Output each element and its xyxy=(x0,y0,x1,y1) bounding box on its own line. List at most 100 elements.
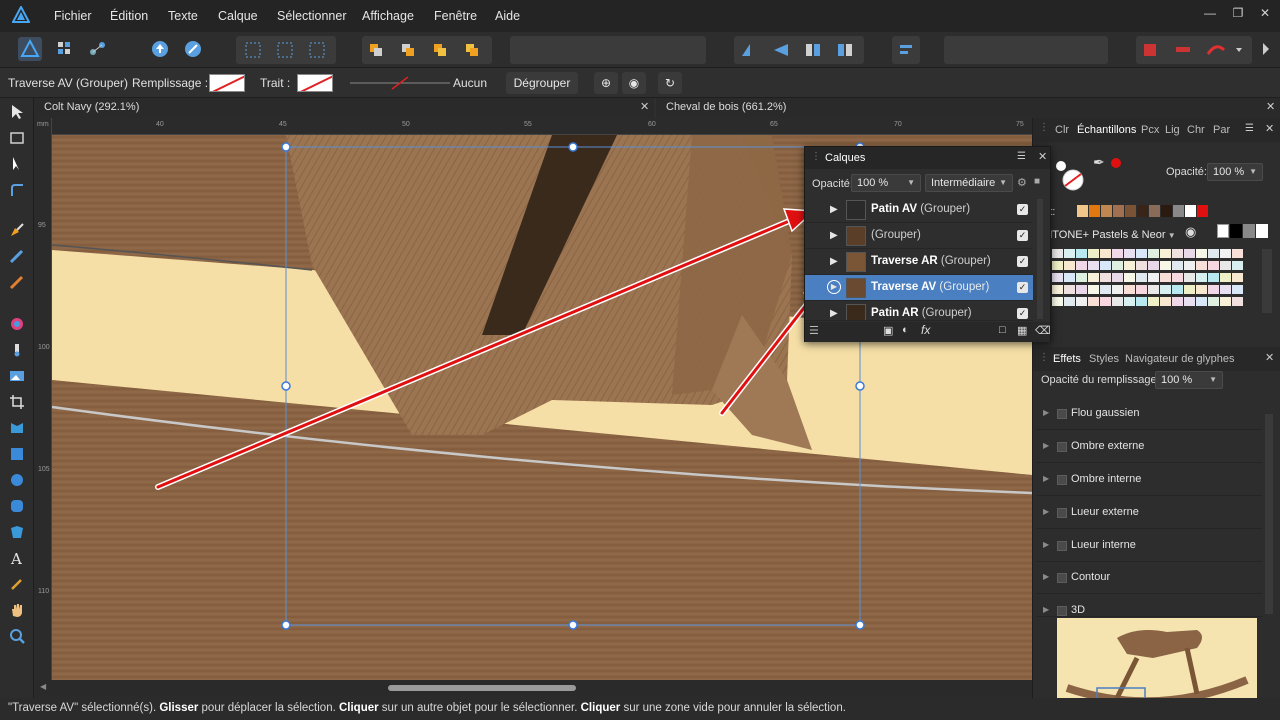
fill-swatch[interactable] xyxy=(209,74,245,92)
tab-styles[interactable]: Styles xyxy=(1089,353,1119,365)
stroke-swatch[interactable] xyxy=(297,74,333,92)
visibility-checkbox[interactable]: ✓ xyxy=(1017,230,1028,241)
mask-icon[interactable]: ▣ xyxy=(883,324,893,337)
layer-row[interactable]: ▶ Traverse AR (Grouper) ✓ xyxy=(805,249,1033,275)
custom-shape-tool-icon[interactable] xyxy=(9,524,25,540)
palette-swatch[interactable] xyxy=(1148,261,1159,270)
palette-swatch[interactable] xyxy=(1136,249,1147,258)
panel-close-icon[interactable]: ✕ xyxy=(1265,351,1274,364)
palette-swatch[interactable] xyxy=(1076,273,1087,282)
layer-row[interactable]: ▶ Patin AR (Grouper) ✓ xyxy=(805,301,1033,321)
palette-swatch[interactable] xyxy=(1136,273,1147,282)
menu-calque[interactable]: Calque xyxy=(218,9,258,23)
palette-swatch[interactable] xyxy=(1160,249,1171,258)
menu-fenetre[interactable]: Fenêtre xyxy=(434,9,477,23)
palette-swatch[interactable] xyxy=(1100,273,1111,282)
scroll-thumb[interactable] xyxy=(388,685,576,691)
palette-swatch[interactable] xyxy=(1064,297,1075,306)
palette-swatch[interactable] xyxy=(1232,273,1243,282)
fx-icon[interactable]: fx xyxy=(921,323,930,337)
palette-swatch[interactable] xyxy=(1148,297,1159,306)
close-tab-icon[interactable]: ✕ xyxy=(1266,98,1275,117)
rotate-icon[interactable]: ↻ xyxy=(658,72,682,94)
palette-swatch[interactable] xyxy=(1196,273,1207,282)
palette-swatch[interactable] xyxy=(1208,273,1219,282)
palette-swatch[interactable] xyxy=(1184,249,1195,258)
text-tool-icon[interactable]: A xyxy=(9,550,25,566)
menu-texte[interactable]: Texte xyxy=(168,9,198,23)
none-swatch[interactable] xyxy=(1217,224,1229,238)
panel-menu-icon[interactable]: ☰ xyxy=(1017,151,1026,162)
tab-navigateur-glyphes[interactable]: Navigateur de glyphes xyxy=(1125,353,1234,365)
tab-pcx[interactable]: Pcx xyxy=(1141,124,1159,136)
minimize-icon[interactable]: — xyxy=(1200,6,1220,22)
designer-persona-icon[interactable] xyxy=(18,37,42,61)
more-icon[interactable] xyxy=(1258,37,1274,61)
palette-swatch[interactable] xyxy=(1184,297,1195,306)
palette-swatch[interactable] xyxy=(1064,285,1075,294)
artboard-tool-icon[interactable] xyxy=(9,130,25,146)
palette-swatch[interactable] xyxy=(1112,261,1123,270)
palette-swatch[interactable] xyxy=(1196,261,1207,270)
palette-swatch[interactable] xyxy=(1184,285,1195,294)
layer-opacity-dropdown[interactable]: 100 % ▼ xyxy=(851,174,921,192)
palette-swatch[interactable] xyxy=(1148,285,1159,294)
palette-swatch[interactable] xyxy=(1052,285,1063,294)
menu-selectionner[interactable]: Sélectionner xyxy=(277,9,347,23)
tab-colt-navy[interactable]: Colt Navy (292.1%) ✕ xyxy=(34,98,654,118)
palette-swatch[interactable] xyxy=(1196,249,1207,258)
corner-tool-icon[interactable] xyxy=(9,182,25,198)
palette-swatch[interactable] xyxy=(1076,297,1087,306)
pixel-persona-icon[interactable] xyxy=(53,37,77,61)
ungroup-button[interactable]: Dégrouper xyxy=(506,72,578,94)
tab-echantillons[interactable]: Échantillons xyxy=(1077,124,1136,136)
palette-swatch[interactable] xyxy=(1196,285,1207,294)
rounded-rect-tool-icon[interactable] xyxy=(9,498,25,514)
palette-swatch[interactable] xyxy=(1220,273,1231,282)
add-pixel-layer-icon[interactable]: ▦ xyxy=(1017,324,1027,337)
palette-swatch[interactable] xyxy=(1052,297,1063,306)
palette-swatch[interactable] xyxy=(1100,249,1111,258)
layer-row[interactable]: ▶ (Grouper) ✓ xyxy=(805,223,1033,249)
effect-checkbox[interactable] xyxy=(1057,606,1067,616)
effect-ombre-externe[interactable]: ▶ Ombre externe xyxy=(1036,431,1262,463)
palette-options-icon[interactable]: ◉ xyxy=(1185,224,1196,240)
palette-swatch[interactable] xyxy=(1160,285,1171,294)
layer-settings-icon[interactable]: ⚙ xyxy=(1017,176,1027,189)
palette-swatch[interactable] xyxy=(1172,261,1183,270)
tab-chr[interactable]: Chr xyxy=(1187,124,1205,136)
palette-swatch[interactable] xyxy=(1112,297,1123,306)
palette-swatch[interactable] xyxy=(1148,273,1159,282)
palette-swatch[interactable] xyxy=(1136,261,1147,270)
move-tool-icon[interactable] xyxy=(9,104,25,120)
effect-ombre-interne[interactable]: ▶ Ombre interne xyxy=(1036,464,1262,496)
palette-swatch[interactable] xyxy=(1100,285,1111,294)
crop-tool-icon[interactable] xyxy=(9,394,25,410)
effect-3d[interactable]: ▶ 3D xyxy=(1036,595,1262,617)
palette-swatch[interactable] xyxy=(1184,273,1195,282)
palette-swatch[interactable] xyxy=(1052,261,1063,270)
palette-swatch[interactable] xyxy=(1220,261,1231,270)
palette-swatch[interactable] xyxy=(1076,249,1087,258)
transform-origin-icon[interactable]: ⊕ xyxy=(594,72,618,94)
palette-swatch[interactable] xyxy=(1124,297,1135,306)
palette-swatch[interactable] xyxy=(1088,261,1099,270)
palette-swatch[interactable] xyxy=(1064,261,1075,270)
palette-swatch[interactable] xyxy=(1100,297,1111,306)
settings-icon[interactable] xyxy=(181,37,205,61)
panel-grip-icon[interactable]: ⋮ xyxy=(1039,122,1049,133)
palette-swatch[interactable] xyxy=(1076,261,1087,270)
palette-swatch[interactable] xyxy=(1052,249,1063,258)
scroll-left-icon[interactable]: ◀ xyxy=(40,682,46,691)
layers-title[interactable]: Calques xyxy=(825,152,865,164)
palette-swatch[interactable] xyxy=(1136,297,1147,306)
palette-swatch[interactable] xyxy=(1208,261,1219,270)
menu-fichier[interactable]: Fichier xyxy=(54,9,92,23)
palette-swatch[interactable] xyxy=(1220,249,1231,258)
tab-clr[interactable]: Clr xyxy=(1055,124,1069,136)
shape-tool-icon[interactable] xyxy=(9,420,25,436)
adjustment-icon[interactable]: ◐ xyxy=(902,324,909,336)
palette-swatch[interactable] xyxy=(1088,273,1099,282)
effect-checkbox[interactable] xyxy=(1057,508,1067,518)
effect-flou-gaussien[interactable]: ▶ Flou gaussien xyxy=(1036,398,1262,430)
